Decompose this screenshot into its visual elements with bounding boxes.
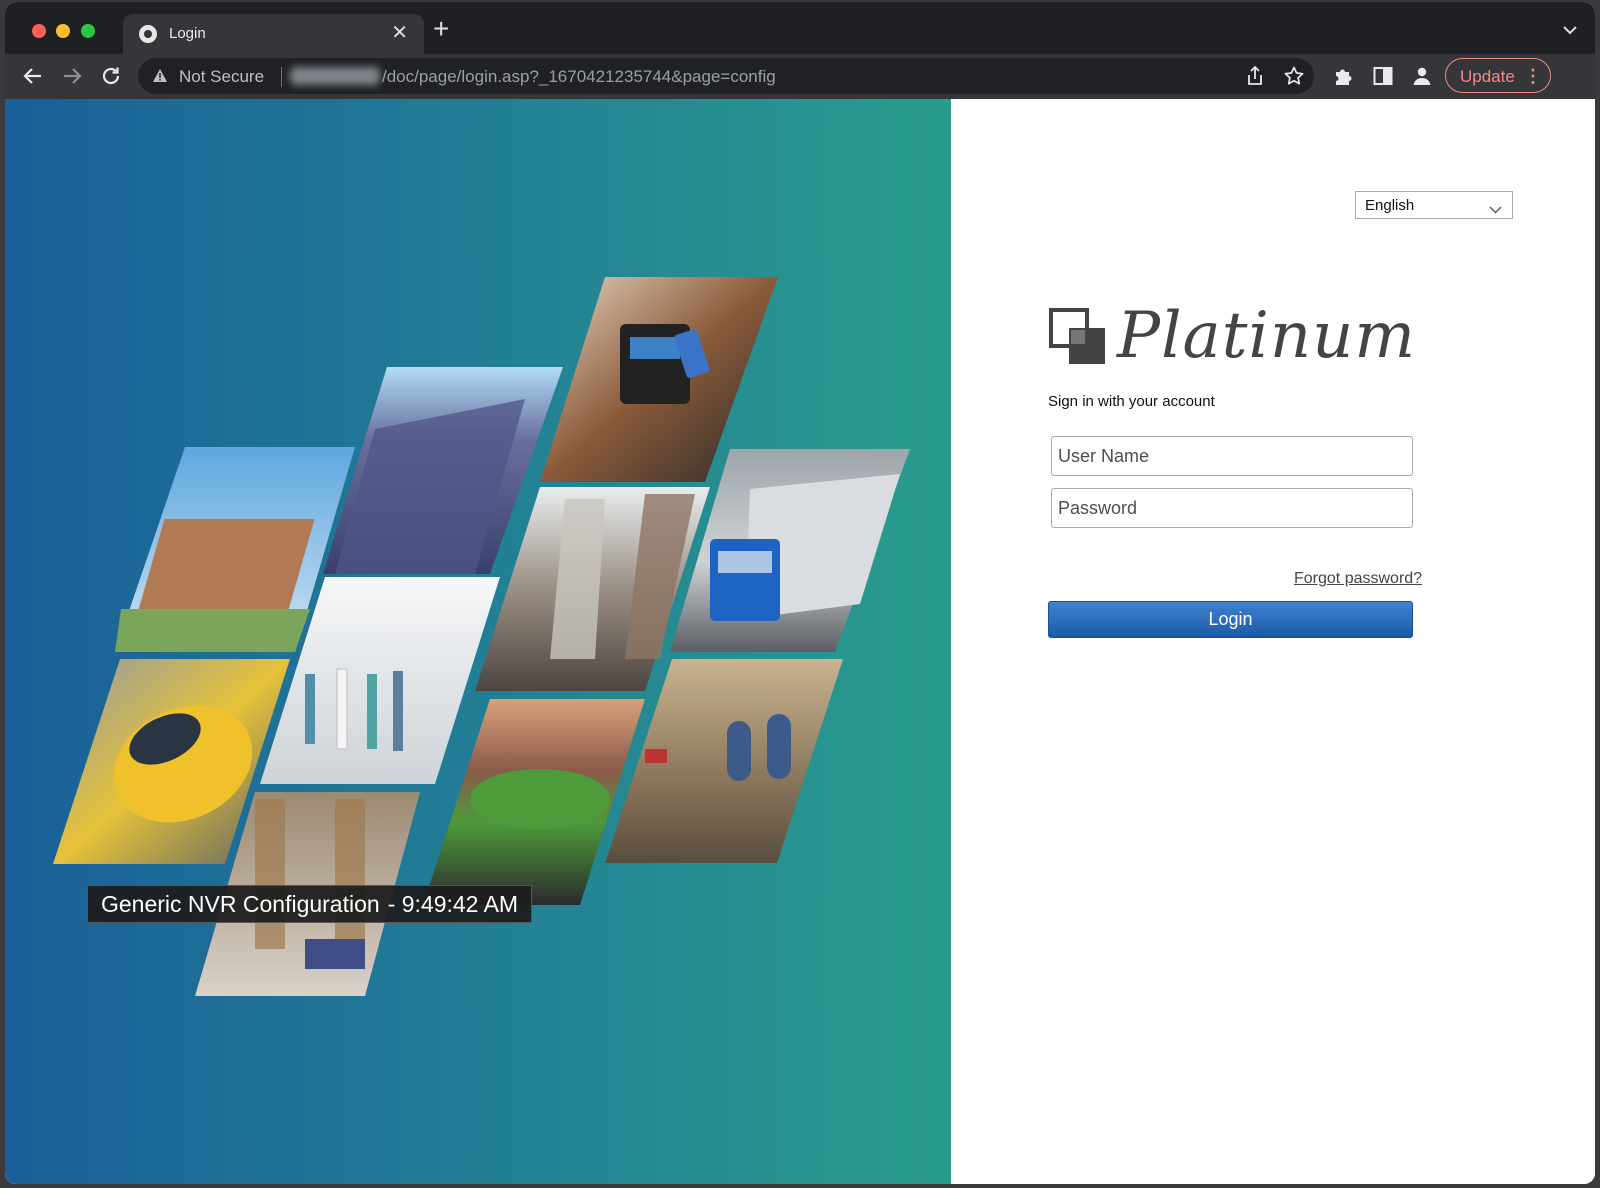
forgot-password-link[interactable]: Forgot password? [1294, 570, 1422, 588]
caption-time: - 9:49:42 AM [387, 891, 519, 917]
close-window-button[interactable] [32, 24, 46, 38]
brand-logo-text: Platinum [1117, 299, 1416, 373]
platinum-logo-icon [1049, 308, 1107, 371]
chevron-down-icon [1489, 201, 1502, 219]
hero-caption: Generic NVR Configuration - 9:49:42 AM [87, 885, 533, 923]
profile-icon[interactable] [1410, 64, 1434, 88]
url-text[interactable]: /doc/page/login.asp?_1670421235744&page=… [382, 67, 776, 87]
tab-login[interactable]: Login ✕ [123, 14, 424, 54]
password-field[interactable] [1051, 488, 1413, 528]
tab-search-chevron-icon[interactable] [1563, 22, 1577, 40]
back-icon[interactable] [21, 64, 45, 88]
hero-banner: Generic NVR Configuration - 9:49:42 AM [5, 99, 951, 1184]
share-icon[interactable] [1244, 65, 1266, 87]
tab-title: Login [169, 25, 206, 42]
login-panel: English Platinum Sign in with your accou… [951, 99, 1595, 1184]
side-panel-icon[interactable] [1371, 64, 1395, 88]
caption-title: Generic NVR Configuration [101, 891, 380, 917]
browser-window: Login ✕ + Not Secure /doc/page/login.asp… [5, 2, 1595, 1184]
close-tab-icon[interactable]: ✕ [391, 22, 408, 44]
signin-heading: Sign in with your account [1048, 393, 1215, 410]
forward-icon[interactable] [60, 64, 84, 88]
bookmark-star-icon[interactable] [1283, 65, 1305, 87]
language-value: English [1365, 197, 1415, 214]
redacted-host [290, 67, 380, 85]
favicon-icon [139, 25, 157, 43]
update-button[interactable]: Update ⋮ [1445, 58, 1551, 93]
tab-strip: Login ✕ + [5, 2, 1595, 54]
login-button[interactable]: Login [1048, 601, 1413, 638]
language-select[interactable]: English [1355, 191, 1513, 219]
browser-toolbar: Not Secure /doc/page/login.asp?_16704212… [5, 54, 1595, 99]
extensions-puzzle-icon[interactable] [1332, 64, 1356, 88]
page-content: Generic NVR Configuration - 9:49:42 AM En… [5, 99, 1595, 1184]
warning-icon[interactable] [152, 68, 168, 88]
reload-icon[interactable] [99, 64, 123, 88]
minimize-window-button[interactable] [56, 24, 70, 38]
new-tab-icon[interactable]: + [433, 15, 449, 43]
address-divider [281, 67, 282, 87]
zoom-window-button[interactable] [81, 24, 95, 38]
address-bar[interactable]: Not Secure /doc/page/login.asp?_16704212… [138, 58, 1314, 94]
security-label[interactable]: Not Secure [179, 67, 264, 87]
surveillance-photo-collage [53, 277, 910, 996]
more-icon[interactable]: ⋮ [1524, 63, 1542, 89]
update-label: Update [1460, 67, 1515, 86]
username-field[interactable] [1051, 436, 1413, 476]
